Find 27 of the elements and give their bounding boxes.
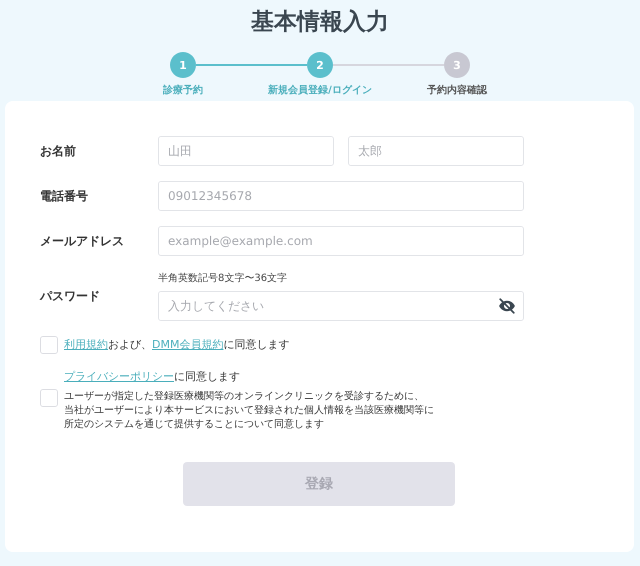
password-field[interactable]: 入力してください [158, 291, 524, 321]
input-field[interactable]: example@example.com [158, 226, 524, 256]
field-label: パスワード [40, 288, 101, 305]
field-label: お名前 [40, 142, 77, 160]
consent-text: 当社がユーザーにより本サービスにおいて登録された個人情報を当該医療機関等に [64, 404, 434, 418]
checkbox[interactable] [40, 336, 58, 354]
field-label: 電話番号 [40, 188, 89, 204]
step-number: 1 [170, 52, 196, 78]
terms-link[interactable]: DMM会員規約 [152, 338, 224, 351]
step-number: 2 [307, 52, 333, 78]
consent-text: ユーザーが指定した登録医療機関等のオンラインクリニックを受診するために、 [64, 390, 425, 404]
input-field[interactable]: 09012345678 [158, 181, 524, 211]
input-field[interactable]: 山田 [158, 136, 334, 166]
field-hint: 半角英数記号8文字〜36文字 [158, 272, 288, 285]
terms-link[interactable]: 利用規約 [64, 338, 108, 351]
agreement-text: 利用規約および、DMM会員規約に同意します [64, 337, 290, 353]
terms-link[interactable]: プライバシーポリシー [64, 370, 174, 383]
step-label: 予約内容確認 [427, 83, 487, 97]
step-label: 新規会員登録/ログイン [268, 83, 372, 97]
input-field[interactable]: 太郎 [348, 136, 524, 166]
consent-text: 所定のシステムを通じて提供することについて同意します [64, 418, 325, 432]
agreement-text: プライバシーポリシーに同意します [64, 369, 240, 385]
field-label: メールアドレス [40, 232, 125, 250]
step-label: 診療予約 [163, 84, 203, 97]
page-title: 基本情報入力 [250, 8, 390, 37]
eye-slash-icon[interactable] [498, 297, 516, 315]
checkbox[interactable] [40, 389, 58, 407]
